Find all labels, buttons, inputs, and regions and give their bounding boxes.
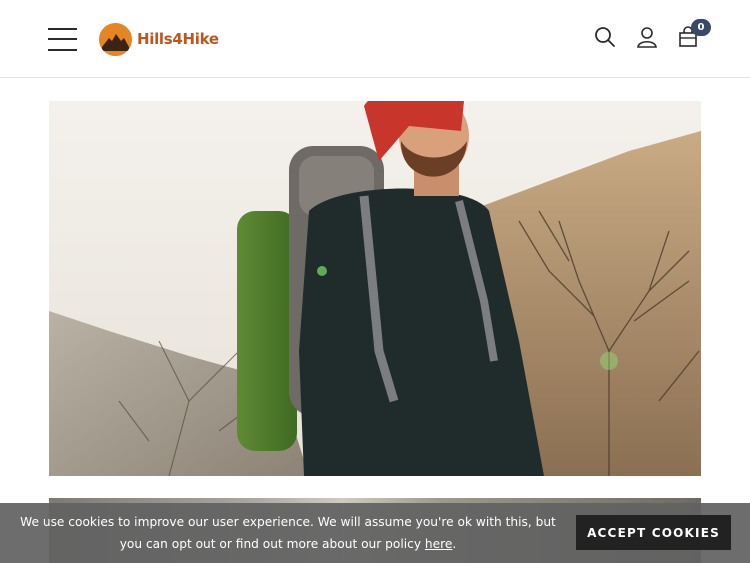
cookie-message: We use cookies to improve our user exper… [20, 515, 556, 551]
cookie-banner: We use cookies to improve our user exper… [0, 503, 750, 563]
user-account-icon[interactable] [636, 26, 658, 48]
logo-text: Hills4Hike [137, 30, 219, 48]
page: Hills4Hike 0 We use cookies to improve o… [0, 0, 750, 563]
accept-cookies-button[interactable]: ACCEPT COOKIES [576, 515, 731, 550]
cookie-policy-link[interactable]: here [425, 537, 452, 551]
menu-icon[interactable] [48, 28, 77, 51]
hero-image [49, 101, 701, 476]
site-header: Hills4Hike 0 [0, 0, 750, 78]
logo-mountain-icon [99, 22, 132, 56]
search-icon[interactable] [594, 26, 616, 48]
cart-count-badge: 0 [691, 19, 711, 36]
site-logo[interactable]: Hills4Hike [99, 22, 219, 56]
